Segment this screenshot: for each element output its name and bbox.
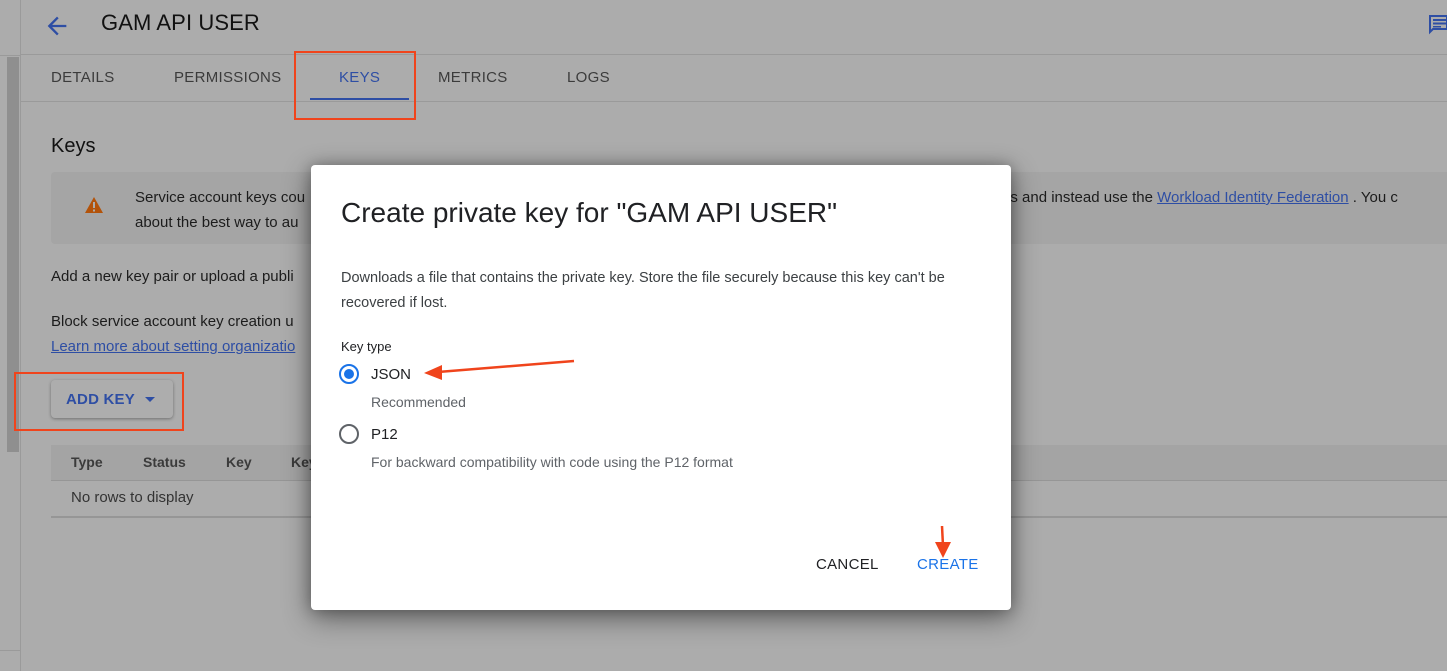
- scrollbar-thumb[interactable]: [7, 57, 19, 452]
- block-key-description: Block service account key creation u: [51, 313, 294, 330]
- tab-details[interactable]: DETAILS: [51, 69, 115, 86]
- add-key-label: ADD KEY: [66, 390, 135, 408]
- radio-label-p12: P12: [371, 425, 398, 443]
- arrow-back-icon[interactable]: [43, 12, 71, 40]
- radio-option-p12[interactable]: P12: [339, 424, 398, 444]
- column-header-key[interactable]: Key: [226, 454, 252, 470]
- section-title: Keys: [51, 135, 96, 157]
- create-button[interactable]: CREATE: [917, 556, 979, 573]
- left-rail: [0, 0, 21, 671]
- radio-help-p12: For backward compatibility with code usi…: [371, 454, 733, 470]
- feedback-icon[interactable]: [1429, 14, 1447, 36]
- dialog-title: Create private key for "GAM API USER": [341, 197, 838, 228]
- radio-p12[interactable]: [339, 424, 359, 444]
- warning-icon: [85, 197, 103, 213]
- radio-label-json: JSON: [371, 365, 412, 383]
- rail-divider: [0, 55, 21, 56]
- create-private-key-dialog: Create private key for "GAM API USER" Do…: [311, 165, 1011, 610]
- learn-more-link[interactable]: Learn more about setting organizatio: [51, 338, 295, 355]
- warning-text-start: Service account keys cou: [135, 189, 306, 206]
- tab-bar: DETAILS PERMISSIONS KEYS METRICS LOGS: [21, 56, 1447, 102]
- cancel-button[interactable]: CANCEL: [816, 556, 879, 573]
- column-header-status[interactable]: Status: [143, 454, 186, 470]
- warning-text-end-part: keys and instead use the: [987, 189, 1158, 206]
- rail-divider: [0, 650, 21, 651]
- workload-identity-federation-link[interactable]: Workload Identity Federation: [1157, 189, 1349, 206]
- warning-text-tail: . You c: [1348, 189, 1398, 206]
- caret-down-icon: [144, 396, 155, 402]
- tab-keys[interactable]: KEYS: [339, 69, 380, 86]
- page-title: GAM API USER: [101, 10, 260, 35]
- dialog-description: Downloads a file that contains the priva…: [341, 270, 945, 311]
- column-header-type[interactable]: Type: [71, 454, 103, 470]
- radio-option-json[interactable]: JSON: [339, 364, 411, 384]
- warning-text-end: keys and instead use the Workload Identi…: [987, 185, 1398, 210]
- add-key-button[interactable]: ADD KEY: [51, 380, 173, 418]
- header: GAM API USER: [21, 0, 1447, 55]
- tab-logs[interactable]: LOGS: [567, 69, 610, 86]
- empty-message: No rows to display: [71, 489, 194, 506]
- radio-help-json: Recommended: [371, 394, 466, 410]
- key-type-label: Key type: [341, 339, 392, 354]
- radio-json[interactable]: [339, 364, 359, 384]
- active-tab-indicator: [310, 98, 409, 100]
- tab-metrics[interactable]: METRICS: [438, 69, 508, 86]
- add-key-description: Add a new key pair or upload a publi: [51, 268, 294, 285]
- tab-permissions[interactable]: PERMISSIONS: [174, 69, 282, 86]
